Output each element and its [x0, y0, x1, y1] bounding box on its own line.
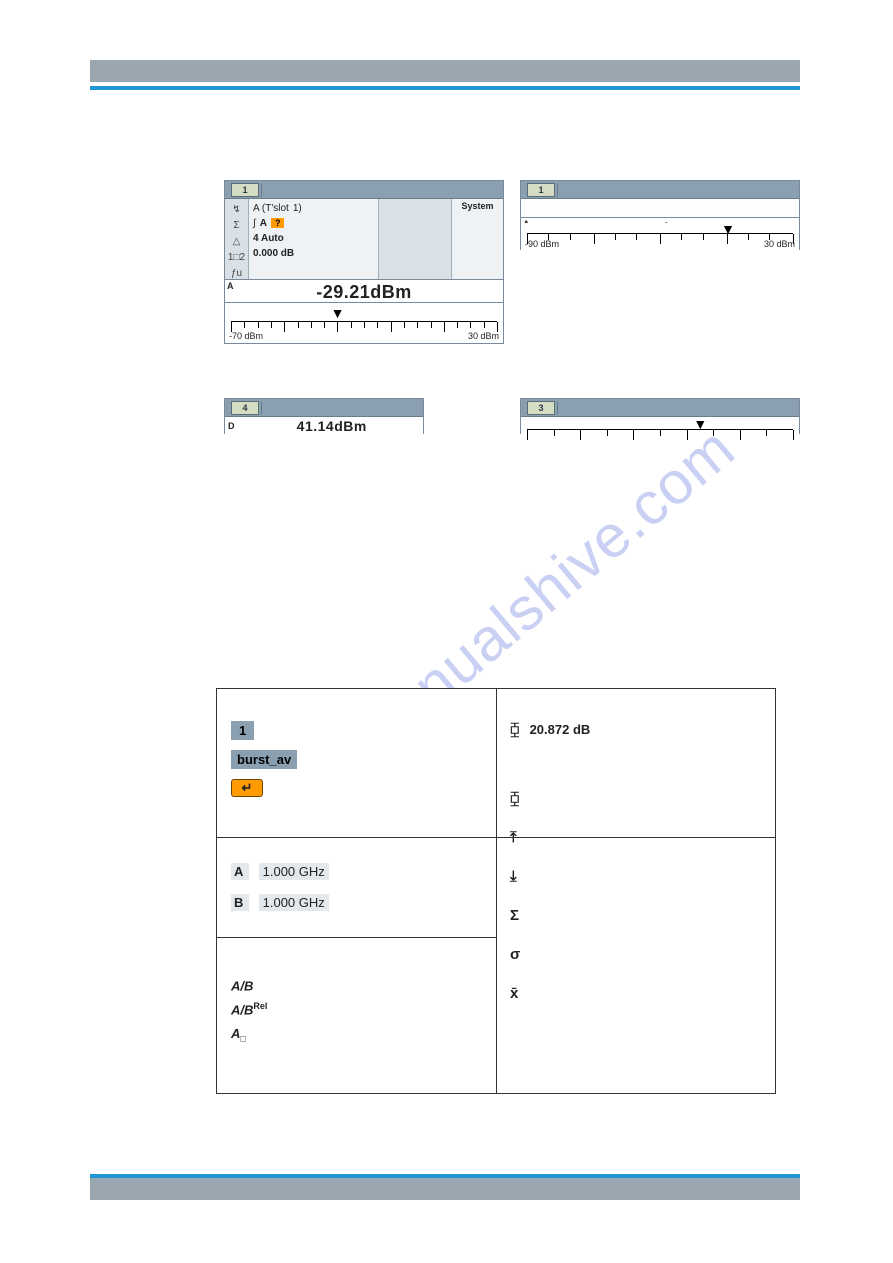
- definition-table: 1 burst_av ↵ A 1.000 GHz B 1.000 GHz A/B…: [216, 688, 776, 1094]
- panel-D-tab[interactable]: 4: [231, 401, 259, 415]
- stddev-icon: σ: [510, 946, 520, 963]
- func-ab-rel: A/BRel: [231, 1001, 482, 1017]
- readout-value: -29.21dBm: [225, 280, 503, 304]
- panel-main-tab[interactable]: 1: [231, 183, 259, 197]
- panel-digA-scale: ▼ -90 dBm 30 dBm: [521, 223, 799, 251]
- scale-min: -90 dBm: [525, 239, 559, 249]
- channel-label: A: [231, 863, 249, 880]
- tab-separator: [261, 183, 262, 197]
- panel-digA-titlebar: 1: [521, 181, 799, 199]
- integral-icon: ∫: [253, 218, 256, 229]
- sigma-icon[interactable]: Σ: [233, 220, 239, 231]
- marker-icon: ▼: [331, 305, 345, 321]
- panel-digital-only: 4 D 41.14dBm: [224, 398, 424, 434]
- freq-row-a: A 1.000 GHz: [231, 863, 482, 880]
- sym-row-3: ⤓: [510, 868, 761, 885]
- burst-mode-badge[interactable]: burst_av: [231, 750, 297, 769]
- func-ab: A/B: [231, 977, 482, 993]
- peak-to-peak-icon: ⧮: [510, 790, 520, 807]
- panel-analog-tab[interactable]: 3: [527, 401, 555, 415]
- max-icon: ⤒: [510, 829, 517, 846]
- panel-D-readout: D 41.14dBm: [225, 417, 423, 435]
- cell-window-select: 1 burst_av ↵: [217, 711, 496, 807]
- fu-icon[interactable]: ƒu: [231, 268, 242, 279]
- sum-icon: Σ: [510, 907, 519, 924]
- freq-row-b: B 1.000 GHz: [231, 894, 482, 911]
- cell-symbols: ⧮ 20.872 dB ⧮ ⤒ ⤓ Σ σ x̄: [496, 711, 775, 1034]
- panel-main-titlebar: 1: [225, 181, 503, 199]
- func-a-sub: A□: [231, 1026, 482, 1044]
- header-grey-bar: [90, 60, 800, 82]
- cell-functions: A/B A/BRel A□: [217, 967, 496, 1061]
- tslot-label-a: A (T'slot: [253, 203, 289, 214]
- readout-channel-label: A: [227, 281, 234, 291]
- sym-row-ptp-val: ⧮ 20.872 dB: [510, 721, 761, 738]
- func-text: A/B: [231, 1003, 253, 1018]
- panel-main-expanded: 1 ↯ Σ △ 1□2 ƒu A (T'slot 1) ∫ A ? 4 Auto…: [224, 180, 504, 344]
- panel-main-icon-column: ↯ Σ △ 1□2 ƒu: [225, 199, 249, 283]
- func-sup: Rel: [253, 1001, 267, 1011]
- window-number-badge[interactable]: 1: [231, 721, 254, 740]
- offset-label: 0.000 dB: [253, 248, 294, 259]
- scale-ticks: [527, 233, 793, 243]
- mean-icon: x̄: [510, 985, 518, 1002]
- panel-main-settings: A (T'slot 1) ∫ A ? 4 Auto 0.000 dB: [249, 199, 379, 283]
- peak-to-peak-icon: ⧮: [510, 721, 520, 738]
- freq-value: 1.000 GHz: [259, 894, 329, 911]
- warning-badge[interactable]: ?: [271, 218, 285, 228]
- table-hline-2: [217, 937, 496, 938]
- box-icon[interactable]: 1□2: [228, 252, 245, 263]
- func-sup: □: [240, 1033, 245, 1043]
- enter-button[interactable]: ↵: [231, 779, 263, 797]
- panel-D-titlebar: 4: [225, 399, 423, 417]
- tab-separator: [557, 183, 558, 197]
- auto-label: 4 Auto: [253, 233, 284, 244]
- scale-max: 30 dBm: [468, 331, 499, 341]
- ptp-value: 20.872 dB: [530, 722, 591, 737]
- panel-main-grid: ↯ Σ △ 1□2 ƒu A (T'slot 1) ∫ A ? 4 Auto 0…: [225, 199, 503, 283]
- panel-main-scale: ▼ -70 dBm 30 dBm: [225, 303, 503, 343]
- tslot-label-b: 1): [293, 203, 302, 214]
- cell-frequency: A 1.000 GHz B 1.000 GHz: [217, 853, 496, 935]
- min-icon: ⤓: [510, 868, 517, 885]
- readout-channel-label: D: [228, 421, 235, 431]
- header-blue-bar: [90, 86, 800, 90]
- sym-row-5: σ: [510, 946, 761, 963]
- scale-max: 30 dBm: [764, 239, 795, 249]
- channel-label: B: [231, 894, 249, 911]
- sym-row-2: ⤒: [510, 829, 761, 846]
- panel-main-system-label[interactable]: System: [451, 199, 503, 283]
- channel-a-label: A: [260, 218, 267, 229]
- scale-ticks: [527, 429, 793, 439]
- panel-main-readout: A -29.21dBm: [225, 279, 503, 303]
- readout-value: 41.14dBm: [241, 417, 424, 435]
- scale-ticks: [231, 321, 497, 331]
- panel-analog-scale: ▼: [521, 417, 799, 435]
- scale-min: -70 dBm: [229, 331, 263, 341]
- panel-analog-only: 3 ▼: [520, 398, 800, 434]
- freq-value: 1.000 GHz: [259, 863, 329, 880]
- delta-icon[interactable]: △: [233, 236, 241, 247]
- tab-separator: [557, 401, 558, 415]
- tab-separator: [261, 401, 262, 415]
- arrow-icon[interactable]: ↯: [232, 204, 240, 215]
- panel-digital-analog: 1 A 1.54dBm ▼ -90 dBm 30 dBm: [520, 180, 800, 250]
- footer-grey-bar: [90, 1178, 800, 1200]
- func-text: A/B: [231, 978, 253, 993]
- sym-row-4: Σ: [510, 907, 761, 924]
- panel-digA-tab[interactable]: 1: [527, 183, 555, 197]
- sym-row-1: ⧮: [510, 790, 761, 807]
- func-text: A: [231, 1026, 240, 1041]
- panel-analog-titlebar: 3: [521, 399, 799, 417]
- sym-row-6: x̄: [510, 985, 761, 1002]
